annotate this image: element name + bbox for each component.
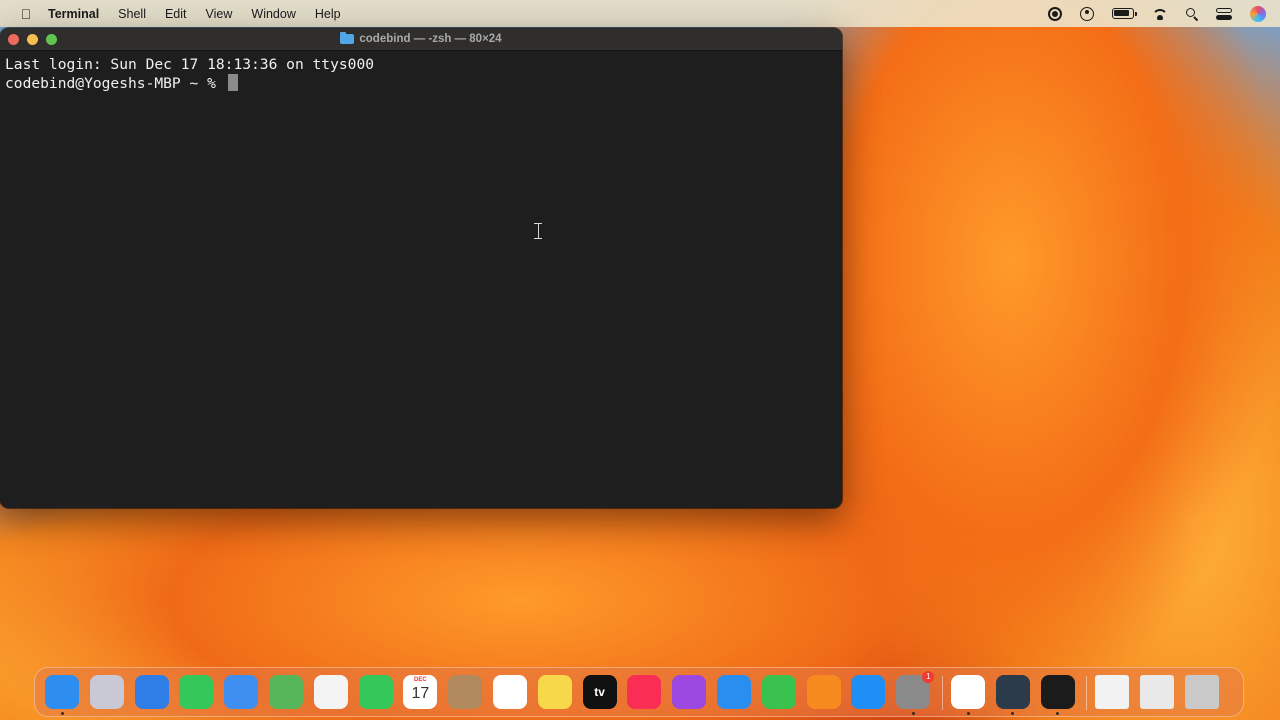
ibeam-cursor-icon (534, 223, 542, 239)
calendar-day: 17 (411, 685, 430, 702)
calendar-month: DEC (414, 677, 427, 683)
running-indicator (1056, 712, 1060, 715)
running-indicator (1011, 712, 1015, 715)
menu-bar:  Terminal Shell Edit View Window Help (0, 0, 1280, 27)
maps-icon[interactable] (269, 675, 303, 709)
apple-tv-label: tv (594, 685, 605, 699)
trash-icon[interactable] (1185, 675, 1219, 709)
menu-window[interactable]: Window (251, 7, 295, 21)
dock-separator (942, 676, 943, 710)
menu-app-name[interactable]: Terminal (48, 7, 99, 21)
wifi-icon[interactable] (1152, 8, 1168, 20)
terminal-icon[interactable] (1040, 675, 1075, 709)
window-title-text: codebind — -zsh — 80×24 (359, 33, 502, 45)
screen-record-icon[interactable] (1048, 6, 1062, 21)
notification-badge: 1 (922, 671, 935, 683)
safari-icon[interactable] (134, 675, 169, 709)
apple-menu-icon[interactable]:  (18, 6, 34, 22)
music-icon[interactable] (627, 675, 662, 709)
terminal-window: codebind — -zsh — 80×24 Last login: Sun … (0, 28, 842, 508)
menu-view[interactable]: View (206, 7, 233, 21)
user-icon[interactable] (1080, 6, 1094, 21)
messages-icon[interactable] (179, 675, 214, 709)
keynote-icon[interactable] (717, 675, 751, 709)
mail-icon[interactable] (224, 675, 259, 709)
control-center-icon[interactable] (1216, 7, 1232, 20)
battery-icon[interactable] (1112, 8, 1137, 19)
terminal-content[interactable]: Last login: Sun Dec 17 18:13:36 on ttys0… (0, 51, 842, 97)
last-login-line: Last login: Sun Dec 17 18:13:36 on ttys0… (5, 56, 375, 73)
launchpad-icon[interactable] (89, 675, 124, 709)
zoom-button[interactable] (46, 34, 57, 45)
running-indicator (60, 712, 64, 715)
running-indicator (966, 712, 970, 715)
dock-separator (1086, 676, 1088, 710)
contacts-icon[interactable] (448, 675, 483, 709)
facetime-icon[interactable] (358, 675, 393, 709)
pages-icon[interactable] (806, 675, 841, 709)
running-indicator (911, 712, 915, 715)
calendar-icon[interactable]: DEC 17 (403, 675, 438, 709)
chrome-icon[interactable] (951, 675, 985, 709)
close-button[interactable] (8, 34, 19, 45)
text-cursor (227, 74, 238, 91)
quicktime-icon[interactable] (995, 675, 1030, 709)
podcasts-icon[interactable] (672, 675, 707, 709)
photos-icon[interactable] (313, 675, 348, 709)
finder-icon[interactable] (45, 675, 79, 709)
prompt-line: codebind@Yogeshs-MBP ~ % (5, 74, 837, 93)
window-titlebar[interactable]: codebind — -zsh — 80×24 (0, 28, 842, 51)
traffic-lights (8, 34, 57, 45)
app-store-icon[interactable] (851, 675, 886, 709)
menu-help[interactable]: Help (315, 7, 341, 21)
prompt-text: codebind@Yogeshs-MBP ~ % (5, 75, 225, 92)
screenshot-file-icon[interactable] (1140, 675, 1175, 709)
apple-tv-icon[interactable]: tv (582, 675, 617, 709)
dock: DEC 17 tv 1 (34, 667, 1244, 717)
minimize-button[interactable] (27, 34, 38, 45)
siri-icon[interactable] (1250, 5, 1266, 22)
menu-edit[interactable]: Edit (165, 7, 187, 21)
numbers-icon[interactable] (761, 675, 796, 709)
window-title: codebind — -zsh — 80×24 (340, 32, 502, 45)
spotlight-search-icon[interactable] (1186, 7, 1198, 20)
notes-icon[interactable] (537, 675, 572, 709)
menu-shell[interactable]: Shell (118, 7, 146, 21)
status-icons (1048, 0, 1266, 27)
reminders-icon[interactable] (493, 675, 527, 709)
document-icon[interactable] (1095, 675, 1130, 709)
folder-icon (340, 32, 355, 44)
system-settings-icon[interactable]: 1 (896, 671, 935, 709)
